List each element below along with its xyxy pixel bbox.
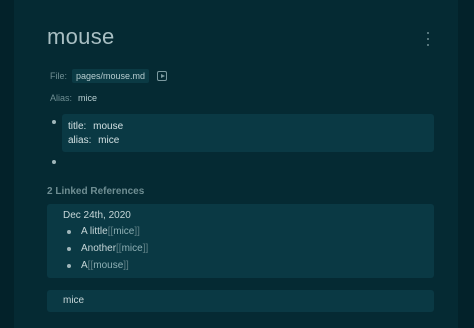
file-label: File: <box>50 71 68 81</box>
alias-value[interactable]: mice <box>78 93 97 103</box>
empty-block-bullet-icon[interactable] <box>52 160 56 164</box>
bullet-icon <box>67 246 71 251</box>
bullet-icon[interactable] <box>52 120 56 124</box>
page-title[interactable]: mouse <box>47 24 115 50</box>
title-property-line: title: mouse <box>68 121 123 132</box>
alias-label: Alias: <box>50 93 73 103</box>
reference-item[interactable]: A [[mouse]] <box>67 260 129 271</box>
alias-property-line: alias: mice <box>68 135 119 146</box>
alias-block-value: mice <box>98 135 120 146</box>
reference-item[interactable]: A little [[mice]] <box>67 226 140 237</box>
title-key: title: <box>68 121 87 132</box>
reference-card: Dec 24th, 2020 A little [[mice]] Another… <box>47 204 434 278</box>
alias-key: alias: <box>68 135 92 146</box>
reference-item[interactable]: Another [[mice]] <box>67 243 148 254</box>
file-path-link[interactable]: pages/mouse.md <box>72 69 150 83</box>
page-link[interactable]: mouse <box>93 260 123 271</box>
reference-card-mice: mice <box>47 290 434 312</box>
more-vertical-icon[interactable] <box>424 32 432 46</box>
reference-page-link[interactable]: mice <box>63 295 84 306</box>
page-link[interactable]: mice <box>113 226 134 237</box>
properties-block[interactable]: title: mouse alias: mice <box>62 114 434 152</box>
open-file-icon[interactable] <box>157 71 168 81</box>
page-link[interactable]: mice <box>122 243 143 254</box>
file-property-row: File: pages/mouse.md <box>50 69 168 83</box>
bullet-icon <box>67 229 71 234</box>
alias-property-row: Alias: mice <box>50 93 97 103</box>
linked-references-header[interactable]: 2 Linked References <box>47 186 144 197</box>
title-value: mouse <box>93 121 124 132</box>
bullet-icon <box>67 263 71 268</box>
reference-date-link[interactable]: Dec 24th, 2020 <box>63 210 131 221</box>
